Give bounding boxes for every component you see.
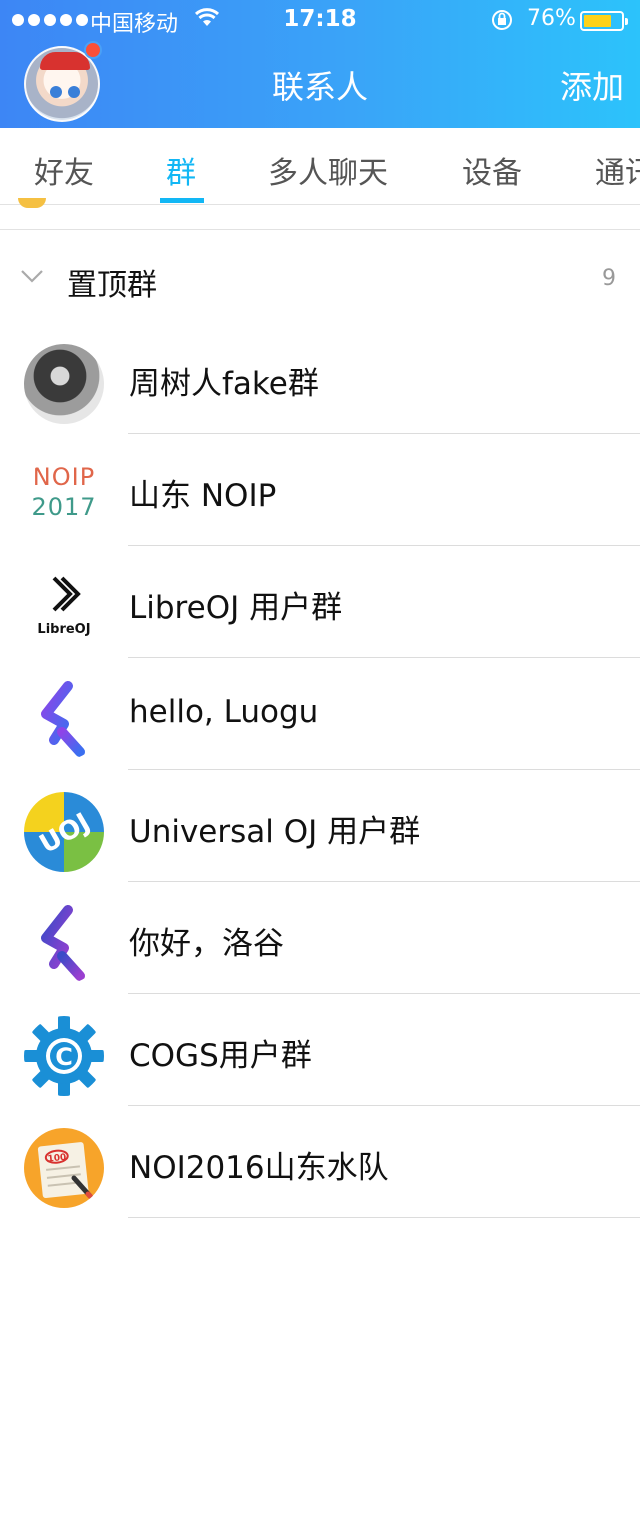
- group-row[interactable]: C COGS用户群: [0, 994, 640, 1106]
- group-name: 山东 NOIP: [129, 478, 277, 514]
- logo-text: UOJ: [35, 808, 96, 860]
- uoj-logo: UOJ: [24, 792, 104, 872]
- page-title: 联系人: [271, 68, 368, 106]
- chevron-down-icon: [21, 270, 43, 283]
- noip-2017-logo: NOIP 2017: [24, 456, 104, 536]
- luogu-mark-icon: [41, 681, 85, 757]
- tab-address-book[interactable]: 通讯录: [595, 148, 640, 192]
- section-title: 置顶群: [67, 268, 157, 303]
- group-name: NOI2016山东水队: [129, 1150, 389, 1186]
- top-bar: 中国移动 17:18 76% 联系人 添加: [0, 0, 640, 128]
- luogu-logo: [24, 904, 104, 984]
- tab-multi-chat[interactable]: 多人聊天: [268, 148, 388, 192]
- group-row[interactable]: 100 NOI2016山东水队: [0, 1106, 640, 1218]
- notification-dot: [84, 41, 102, 59]
- pinned-groups-header[interactable]: 置顶群 9: [0, 230, 640, 326]
- group-name: LibreOJ 用户群: [129, 590, 343, 626]
- section-count: 9: [602, 266, 616, 291]
- group-row[interactable]: UOJ Universal OJ 用户群: [0, 770, 640, 882]
- cogs-gear-logo: C: [24, 1016, 104, 1096]
- group-list: 周树人fake群 NOIP 2017 山东 NOIP LibreOJ Libre…: [0, 322, 640, 1218]
- logo-text: C: [55, 1043, 73, 1071]
- group-row[interactable]: 周树人fake群: [0, 322, 640, 434]
- list-divider: [0, 205, 640, 230]
- group-name: 你好，洛谷: [129, 926, 284, 962]
- contact-tabs: 好友 群 多人聊天 设备 通讯录: [0, 128, 640, 205]
- group-name: Universal OJ 用户群: [129, 814, 421, 850]
- notepad-icon: 100: [37, 1142, 97, 1203]
- group-row[interactable]: 你好，洛谷: [0, 882, 640, 994]
- group-row[interactable]: LibreOJ LibreOJ 用户群: [0, 546, 640, 658]
- libreoj-logo: LibreOJ: [24, 568, 104, 648]
- group-name: COGS用户群: [129, 1038, 312, 1074]
- logo-text-top: NOIP: [32, 463, 96, 491]
- rotation-lock-icon: [492, 10, 512, 30]
- group-name: 周树人fake群: [129, 366, 319, 402]
- active-tab-indicator: [160, 198, 204, 203]
- luogu-mark-icon: [41, 905, 85, 981]
- notepad-100-logo: 100: [24, 1128, 104, 1208]
- add-button[interactable]: 添加: [560, 62, 624, 108]
- battery-level-fill: [584, 15, 612, 27]
- battery-percentage: 76%: [527, 6, 576, 31]
- tab-friends[interactable]: 好友: [34, 148, 94, 192]
- libreoj-mark-icon: [52, 576, 81, 612]
- gear-icon: C: [24, 1016, 104, 1096]
- photo-avatar: [24, 344, 104, 424]
- status-bar: 中国移动 17:18 76%: [0, 0, 640, 40]
- tab-devices[interactable]: 设备: [462, 148, 522, 192]
- luogu-logo: [24, 680, 104, 760]
- logo-text: 100: [47, 1153, 67, 1165]
- tab-groups[interactable]: 群: [166, 148, 196, 192]
- group-row[interactable]: hello, Luogu: [0, 658, 640, 770]
- uoj-text-mark: UOJ: [35, 808, 96, 860]
- logo-text: LibreOJ: [37, 622, 91, 637]
- group-name: hello, Luogu: [129, 694, 319, 730]
- group-row[interactable]: NOIP 2017 山东 NOIP: [0, 434, 640, 546]
- logo-text-bottom: 2017: [31, 493, 97, 521]
- battery-icon: [580, 11, 628, 31]
